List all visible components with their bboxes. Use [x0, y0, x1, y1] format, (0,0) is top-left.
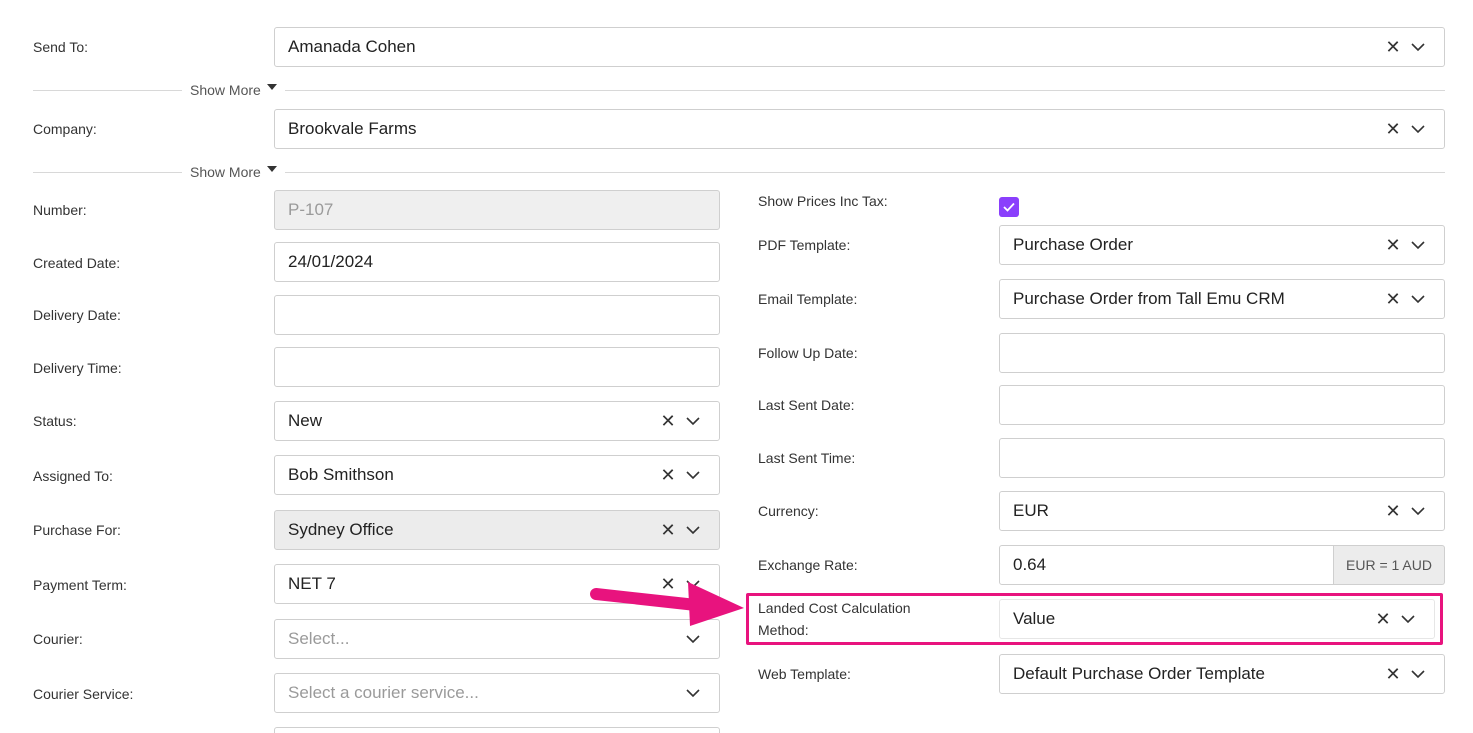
company-label: Company: — [33, 121, 97, 137]
pdf-template-value: Purchase Order — [1013, 235, 1133, 254]
created-date-label: Created Date: — [33, 255, 121, 271]
chevron-down-icon[interactable] — [681, 688, 705, 698]
caret-down-icon — [266, 166, 277, 172]
show-prices-inc-tax-checkbox[interactable] — [999, 197, 1019, 217]
exchange-rate-label: Exchange Rate: — [758, 557, 858, 573]
last-sent-date-label: Last Sent Date: — [758, 397, 855, 413]
close-icon[interactable]: ✕ — [659, 520, 677, 541]
pdf-template-select[interactable]: Purchase Order ✕ — [999, 225, 1445, 265]
chevron-down-icon[interactable] — [681, 525, 705, 535]
caret-down-icon — [266, 84, 277, 90]
pdf-template-label: PDF Template: — [758, 237, 851, 253]
status-label: Status: — [33, 413, 77, 429]
purchase-for-label: Purchase For: — [33, 522, 121, 538]
follow-up-date-field[interactable] — [999, 333, 1445, 373]
delivery-time-label: Delivery Time: — [33, 360, 122, 376]
close-icon[interactable]: ✕ — [1384, 37, 1402, 58]
close-icon[interactable]: ✕ — [1384, 289, 1402, 310]
show-more-toggle[interactable]: Show More — [182, 82, 285, 98]
number-field: P-107 — [274, 190, 720, 230]
web-template-label: Web Template: — [758, 666, 851, 682]
chevron-down-icon[interactable] — [1406, 294, 1430, 304]
courier-service-label: Courier Service: — [33, 686, 134, 702]
currency-label: Currency: — [758, 503, 819, 519]
assigned-to-label: Assigned To: — [33, 468, 113, 484]
created-date-field[interactable]: 24/01/2024 — [274, 242, 720, 282]
email-template-select[interactable]: Purchase Order from Tall Emu CRM ✕ — [999, 279, 1445, 319]
delivery-date-label: Delivery Date: — [33, 307, 121, 323]
number-label: Number: — [33, 202, 87, 218]
next-field-partial[interactable] — [274, 727, 720, 733]
close-icon[interactable]: ✕ — [1384, 235, 1402, 256]
show-prices-inc-tax-label: Show Prices Inc Tax: — [758, 193, 888, 209]
close-icon[interactable]: ✕ — [1384, 501, 1402, 522]
arrow-right-icon — [590, 582, 744, 626]
close-icon[interactable]: ✕ — [659, 411, 677, 432]
payment-term-label: Payment Term: — [33, 577, 127, 593]
chevron-down-icon[interactable] — [681, 416, 705, 426]
created-date-value: 24/01/2024 — [288, 252, 374, 271]
close-icon[interactable]: ✕ — [659, 465, 677, 486]
last-sent-date-field[interactable] — [999, 385, 1445, 425]
chevron-down-icon[interactable] — [1406, 506, 1430, 516]
check-icon — [1003, 202, 1015, 212]
company-value: Brookvale Farms — [288, 119, 417, 138]
currency-value: EUR — [1013, 501, 1049, 520]
delivery-time-field[interactable] — [274, 347, 720, 387]
email-template-label: Email Template: — [758, 291, 858, 307]
courier-service-select[interactable]: Select a courier service... — [274, 673, 720, 713]
send-to-label: Send To: — [33, 39, 89, 55]
web-template-value: Default Purchase Order Template — [1013, 664, 1265, 683]
status-select[interactable]: New ✕ — [274, 401, 720, 441]
courier-service-placeholder: Select a courier service... — [288, 683, 479, 702]
last-sent-time-field[interactable] — [999, 438, 1445, 478]
chevron-down-icon[interactable] — [1406, 124, 1430, 134]
show-more-label: Show More — [190, 82, 261, 98]
status-value: New — [288, 411, 323, 430]
courier-placeholder: Select... — [288, 629, 350, 648]
chevron-down-icon[interactable] — [1406, 669, 1430, 679]
assigned-to-select[interactable]: Bob Smithson ✕ — [274, 455, 720, 495]
purchase-for-select[interactable]: Sydney Office ✕ — [274, 510, 720, 550]
exchange-rate-value: 0.64 — [1013, 555, 1047, 574]
number-value: P-107 — [288, 200, 334, 219]
web-template-select[interactable]: Default Purchase Order Template ✕ — [999, 654, 1445, 694]
purchase-for-value: Sydney Office — [288, 520, 394, 539]
courier-label: Courier: — [33, 631, 83, 647]
send-to-select[interactable]: Amanada Cohen ✕ — [274, 27, 1445, 67]
last-sent-time-label: Last Sent Time: — [758, 450, 856, 466]
exchange-rate-addon: EUR = 1 AUD — [1334, 545, 1445, 585]
chevron-down-icon[interactable] — [1406, 240, 1430, 250]
currency-select[interactable]: EUR ✕ — [999, 491, 1445, 531]
chevron-down-icon[interactable] — [681, 634, 705, 644]
close-icon[interactable]: ✕ — [1384, 664, 1402, 685]
close-icon[interactable]: ✕ — [1384, 119, 1402, 140]
send-to-value: Amanada Cohen — [288, 37, 416, 56]
exchange-rate-input[interactable]: 0.64 — [999, 545, 1334, 585]
show-more-label: Show More — [190, 164, 261, 180]
show-more-toggle[interactable]: Show More — [182, 164, 285, 180]
company-select[interactable]: Brookvale Farms ✕ — [274, 109, 1445, 149]
email-template-value: Purchase Order from Tall Emu CRM — [1013, 289, 1285, 308]
follow-up-date-label: Follow Up Date: — [758, 345, 858, 361]
assigned-to-value: Bob Smithson — [288, 465, 394, 484]
delivery-date-field[interactable] — [274, 295, 720, 335]
chevron-down-icon[interactable] — [1406, 42, 1430, 52]
chevron-down-icon[interactable] — [681, 470, 705, 480]
highlight-box — [746, 593, 1443, 645]
